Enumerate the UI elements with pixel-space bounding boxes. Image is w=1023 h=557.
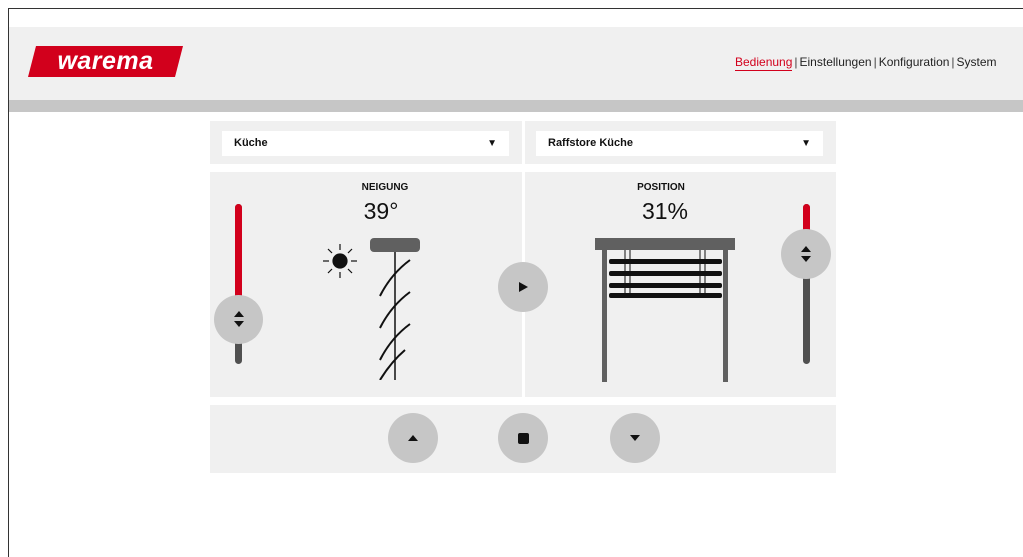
warema-logo: warema: [28, 46, 183, 77]
play-icon: [519, 282, 528, 292]
apply-button[interactable]: [498, 262, 548, 312]
room-select-value: Küche: [234, 137, 268, 149]
position-slider[interactable]: [803, 204, 810, 364]
down-button[interactable]: [610, 413, 660, 463]
tilt-value: 39°: [363, 198, 399, 224]
tilt-illustration: [323, 238, 420, 380]
logo-text: warema: [57, 47, 154, 75]
nav-konfiguration[interactable]: Konfiguration: [879, 55, 950, 69]
position-title: POSITION: [637, 182, 685, 193]
slat-tilt-icon: [370, 238, 420, 380]
nav-bedienung[interactable]: Bedienung: [735, 55, 793, 71]
chevron-down-icon: ▼: [801, 138, 811, 149]
blind-position-illustration: [595, 238, 735, 382]
up-down-arrows-icon: [801, 245, 811, 262]
nav-system[interactable]: System: [957, 55, 997, 69]
nav-separator: |: [873, 55, 877, 69]
position-value: 31%: [641, 198, 689, 224]
nav-separator: |: [951, 55, 955, 69]
device-select[interactable]: Raffstore Küche ▼: [536, 131, 823, 156]
stop-button[interactable]: [498, 413, 548, 463]
tilt-title: NEIGUNG: [361, 182, 409, 193]
triangle-down-icon: [630, 435, 640, 441]
nav-separator: |: [794, 55, 798, 69]
device-select-value: Raffstore Küche: [548, 137, 633, 149]
sun-icon: [323, 244, 357, 278]
stop-icon: [517, 432, 529, 444]
chevron-down-icon: ▼: [487, 138, 497, 149]
nav-einstellungen[interactable]: Einstellungen: [800, 55, 872, 69]
position-slider-handle[interactable]: [781, 228, 831, 279]
header-divider: [9, 100, 1023, 112]
main-nav: Bedienung | Einstellungen | Konfiguration | Sy…: [735, 55, 997, 71]
triangle-up-icon: [408, 435, 418, 441]
room-select[interactable]: Küche ▼: [222, 131, 509, 156]
up-down-arrows-icon: [233, 311, 244, 328]
tilt-slider-handle[interactable]: [214, 294, 263, 344]
up-button[interactable]: [388, 413, 438, 463]
